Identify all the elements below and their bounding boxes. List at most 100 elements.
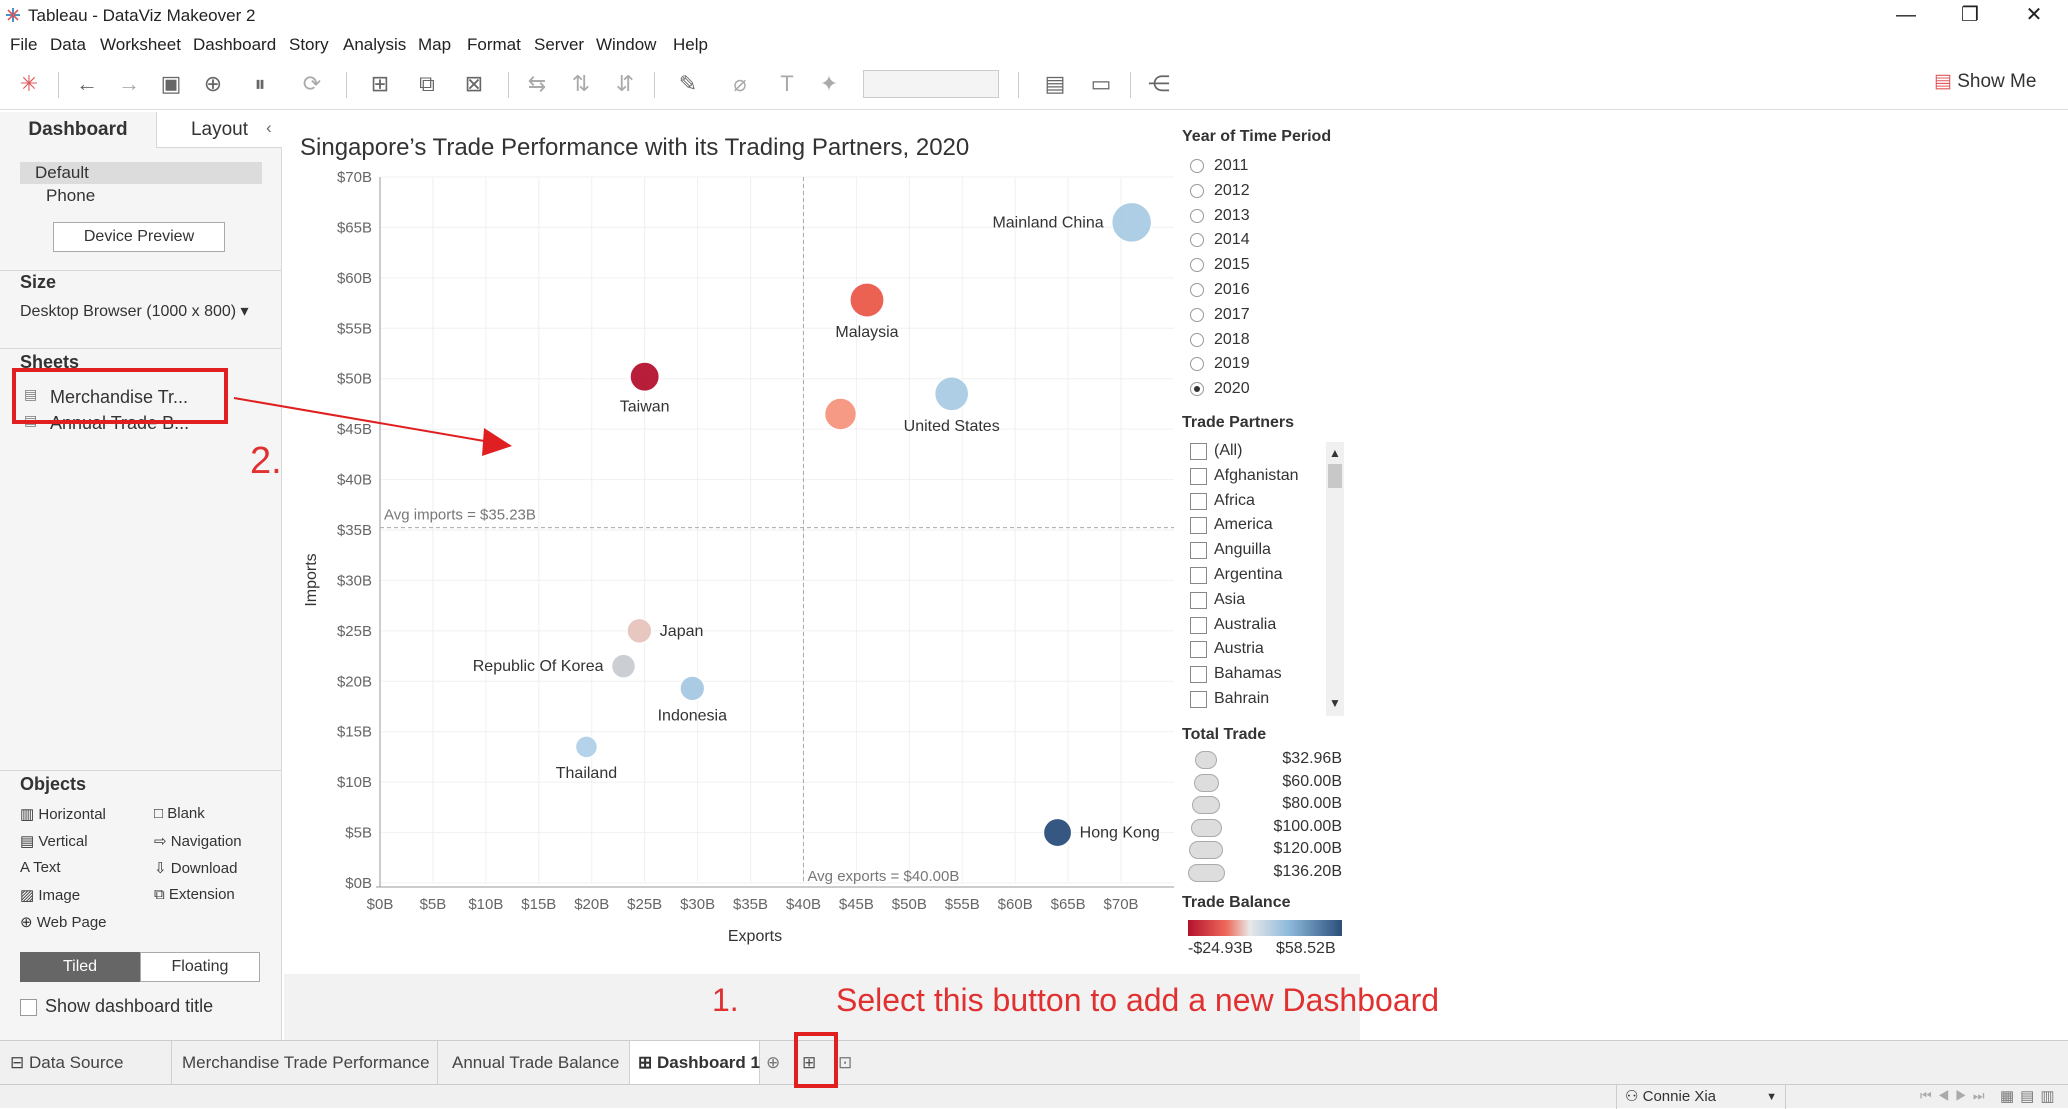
partner-checkbox[interactable] <box>1190 517 1207 535</box>
partner-option-label[interactable]: Argentina <box>1214 566 1283 584</box>
tab-dashboard-1[interactable]: ⊞ Dashboard 1 <box>630 1041 760 1084</box>
tab-data-source[interactable]: ⊟ Data Source <box>0 1041 172 1084</box>
partner-option-label[interactable]: Australia <box>1214 616 1276 634</box>
year-option-label[interactable]: 2018 <box>1214 331 1250 349</box>
scroll-thumb[interactable] <box>1328 464 1342 488</box>
partner-option-label[interactable]: Bahamas <box>1214 665 1282 683</box>
partner-checkbox[interactable] <box>1190 641 1207 659</box>
floating-toggle[interactable]: Floating <box>140 952 260 982</box>
partner-option-label[interactable]: Anguilla <box>1214 541 1271 559</box>
year-radio[interactable] <box>1190 382 1204 397</box>
pin-icon[interactable]: ✦ <box>814 70 844 98</box>
year-radio[interactable] <box>1190 258 1204 273</box>
data-point[interactable] <box>679 675 706 702</box>
page-nav-icons[interactable]: ⏮◀▶⏭ <box>1920 1088 1991 1104</box>
tab-merchandise-trade[interactable]: Merchandise Trade Performance <box>172 1041 438 1084</box>
user-menu[interactable]: ⚇ Connie Xia ▼ <box>1616 1085 1786 1109</box>
device-preview-button[interactable]: Device Preview <box>53 222 225 252</box>
new-worksheet-tab-icon[interactable]: ⊕ <box>766 1041 792 1084</box>
year-option-label[interactable]: 2011 <box>1214 157 1248 175</box>
partners-scrollbar[interactable]: ▲ ▼ <box>1326 442 1344 716</box>
year-radio[interactable] <box>1190 307 1204 322</box>
menu-analysis[interactable]: Analysis <box>343 35 406 55</box>
partner-checkbox[interactable] <box>1190 443 1207 460</box>
sort-descending-icon[interactable]: ⇵ <box>610 70 640 98</box>
restore-button[interactable]: ❐ <box>1940 0 2000 30</box>
year-option-label[interactable]: 2017 <box>1214 306 1250 324</box>
year-option-label[interactable]: 2014 <box>1214 231 1250 249</box>
year-option-label[interactable]: 2019 <box>1214 355 1250 373</box>
partner-option-label[interactable]: (All) <box>1214 442 1242 460</box>
partner-checkbox[interactable] <box>1190 567 1207 584</box>
year-radio[interactable] <box>1190 183 1204 198</box>
menu-window[interactable]: Window <box>596 35 656 55</box>
tiled-toggle[interactable]: Tiled <box>20 952 140 982</box>
partner-checkbox[interactable] <box>1190 591 1207 609</box>
data-point[interactable] <box>626 617 653 645</box>
partner-option-label[interactable]: Bahrain <box>1214 690 1269 708</box>
data-point[interactable] <box>629 361 661 393</box>
year-option-label[interactable]: 2020 <box>1214 380 1250 398</box>
data-point[interactable] <box>849 282 885 318</box>
year-radio[interactable] <box>1190 208 1204 223</box>
object-image[interactable]: ▨ Image <box>20 886 80 904</box>
share-icon[interactable]: ⋲ <box>1144 70 1174 98</box>
size-dropdown[interactable]: Desktop Browser (1000 x 800) ▾ <box>20 301 249 321</box>
pause-updates-icon[interactable]: ⏸ <box>240 70 280 98</box>
show-cards-icon[interactable]: ▤ <box>1032 70 1078 98</box>
object-blank[interactable]: □ Blank <box>154 805 205 822</box>
show-me-button[interactable]: ▤ Show Me <box>1934 70 2036 93</box>
partner-checkbox[interactable] <box>1190 492 1207 510</box>
partner-checkbox[interactable] <box>1190 666 1207 684</box>
year-option-label[interactable]: 2012 <box>1214 182 1250 200</box>
partner-option-label[interactable]: America <box>1214 516 1273 534</box>
menu-format[interactable]: Format <box>467 35 521 55</box>
year-option-label[interactable]: 2013 <box>1214 207 1250 225</box>
menu-server[interactable]: Server <box>534 35 584 55</box>
menu-map[interactable]: Map <box>418 35 451 55</box>
highlight-icon[interactable]: ✎ <box>668 70 708 98</box>
partner-option-label[interactable]: Africa <box>1214 492 1255 510</box>
save-icon[interactable]: ▣ <box>156 70 186 98</box>
tab-layout[interactable]: Layout <box>156 112 282 148</box>
menu-worksheet[interactable]: Worksheet <box>100 35 181 55</box>
year-option-label[interactable]: 2015 <box>1214 256 1250 274</box>
collapse-pane-icon[interactable]: ‹ <box>266 118 272 138</box>
data-point[interactable] <box>610 653 637 679</box>
menu-story[interactable]: Story <box>289 35 329 55</box>
scroll-up-icon[interactable]: ▲ <box>1329 446 1341 460</box>
scroll-down-icon[interactable]: ▼ <box>1329 696 1341 710</box>
year-radio[interactable] <box>1190 332 1204 347</box>
tab-dashboard[interactable]: Dashboard <box>0 112 156 148</box>
year-option-label[interactable]: 2016 <box>1214 281 1250 299</box>
duplicate-icon[interactable]: ⧉ <box>412 70 442 98</box>
data-point[interactable] <box>1110 201 1153 244</box>
presentation-mode-icon[interactable]: ▭ <box>1086 70 1116 98</box>
redo-icon[interactable]: → <box>114 70 144 98</box>
year-radio[interactable] <box>1190 283 1204 297</box>
view-toggle-icons[interactable]: ▦▤▥ <box>2000 1087 2061 1105</box>
year-radio[interactable] <box>1190 233 1204 248</box>
year-radio[interactable] <box>1190 357 1204 372</box>
show-title-checkbox[interactable] <box>20 999 37 1016</box>
menu-help[interactable]: Help <box>673 35 708 55</box>
menu-file[interactable]: File <box>10 35 37 55</box>
partner-option-label[interactable]: Asia <box>1214 591 1245 609</box>
object-horizontal[interactable]: ▥ Horizontal <box>20 805 106 823</box>
menu-dashboard[interactable]: Dashboard <box>193 35 276 55</box>
group-icon[interactable]: ⌀ <box>720 70 760 98</box>
data-point[interactable] <box>1042 817 1073 848</box>
labels-icon[interactable]: T <box>772 70 802 98</box>
partner-checkbox[interactable] <box>1190 616 1207 634</box>
new-data-source-icon[interactable]: ⊕ <box>198 70 228 98</box>
partner-checkbox[interactable] <box>1190 542 1207 560</box>
device-default[interactable]: Default <box>35 163 89 183</box>
new-worksheet-icon[interactable]: ⊞ <box>360 70 400 98</box>
object-navigation[interactable]: ⇨ Navigation <box>154 832 242 850</box>
year-radio[interactable] <box>1190 159 1204 173</box>
object-text[interactable]: A Text <box>20 859 61 876</box>
object-extension[interactable]: ⧉ Extension <box>154 886 235 903</box>
object-web-page[interactable]: ⊕ Web Page <box>20 913 107 931</box>
sort-ascending-icon[interactable]: ⇅ <box>566 70 596 98</box>
close-button[interactable]: ✕ <box>2004 0 2064 30</box>
